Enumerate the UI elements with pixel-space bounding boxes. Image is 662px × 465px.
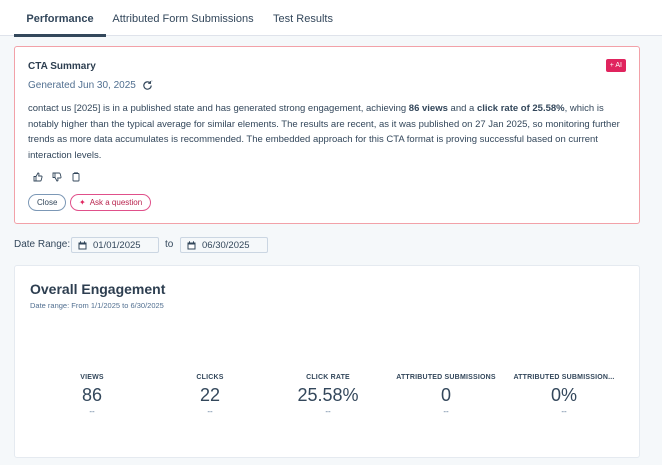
summary-highlight-click-rate: click rate of 25.58% (476, 103, 565, 114)
feedback-actions (33, 169, 81, 182)
overall-engagement-card: Overall Engagement Date range: From 1/1/… (14, 265, 640, 458)
copy-icon[interactable] (71, 169, 81, 182)
ask-question-label: Ask a question (89, 198, 143, 207)
metric-change: -- (89, 407, 95, 416)
summary-text-part: and a (447, 103, 477, 114)
tab-bar: Performance Attributed Form Submissions … (0, 0, 662, 37)
metric-value: 22 (199, 385, 221, 405)
thumbs-down-icon[interactable] (52, 169, 62, 182)
date-range-label: Date Range: (14, 239, 71, 250)
metric-label: ATTRIBUTED SUBMISSIONS (396, 374, 496, 381)
sparkle-icon: ✦ (79, 198, 86, 207)
metric-clicks: CLICKS 22 -- (151, 374, 269, 417)
calendar-icon (78, 240, 87, 250)
metric-views: VIEWS 86 -- (33, 374, 151, 417)
date-from-value: 01/01/2025 (93, 239, 141, 251)
close-button[interactable]: Close (28, 194, 67, 211)
metric-change: -- (207, 407, 213, 416)
metric-change: -- (561, 407, 567, 416)
date-from-input[interactable]: 01/01/2025 (71, 237, 159, 253)
metric-label: CLICK RATE (306, 374, 350, 381)
engagement-title: Overall Engagement (30, 281, 166, 297)
refresh-icon[interactable] (142, 80, 153, 91)
engagement-date-range: Date range: From 1/1/2025 to 6/30/2025 (30, 301, 164, 310)
date-to-label: to (165, 239, 174, 250)
thumbs-up-icon[interactable] (33, 169, 43, 182)
metric-change: -- (325, 407, 331, 416)
generated-date: Generated Jun 30, 2025 (28, 80, 153, 91)
tab-performance[interactable]: Performance (14, 0, 106, 37)
ai-badge: + AI (605, 59, 626, 72)
calendar-icon (187, 240, 196, 250)
metric-change: -- (443, 407, 449, 416)
summary-text: contact us [2025] is in a published stat… (28, 101, 628, 163)
date-to-input[interactable]: 06/30/2025 (180, 237, 268, 253)
generated-label: Generated Jun 30, 2025 (28, 80, 136, 91)
cta-summary-card: CTA Summary + AI Generated Jun 30, 2025 … (14, 46, 640, 224)
metric-value: 0% (550, 385, 577, 405)
metric-click-rate: CLICK RATE 25.58% -- (269, 374, 387, 417)
summary-highlight-views: 86 views (408, 103, 448, 114)
metric-attributed-submissions: ATTRIBUTED SUBMISSIONS 0 -- (387, 374, 505, 417)
metric-value: 86 (81, 385, 103, 405)
cta-summary-title: CTA Summary (28, 61, 96, 72)
ask-question-button[interactable]: ✦ Ask a question (70, 194, 152, 211)
tab-test-results[interactable]: Test Results (268, 0, 338, 36)
summary-text-part: contact us [2025] is in a published stat… (28, 103, 409, 114)
date-to-value: 06/30/2025 (202, 239, 250, 251)
metric-value: 0 (440, 385, 451, 405)
metric-label: VIEWS (80, 374, 104, 381)
metric-label: CLICKS (196, 374, 224, 381)
metric-label: ATTRIBUTED SUBMISSION... (513, 374, 615, 381)
metric-value: 25.58% (297, 385, 359, 405)
tab-attributed-form-submissions[interactable]: Attributed Form Submissions (112, 0, 254, 36)
metric-attributed-submission-rate: ATTRIBUTED SUBMISSION... 0% -- (505, 374, 623, 417)
